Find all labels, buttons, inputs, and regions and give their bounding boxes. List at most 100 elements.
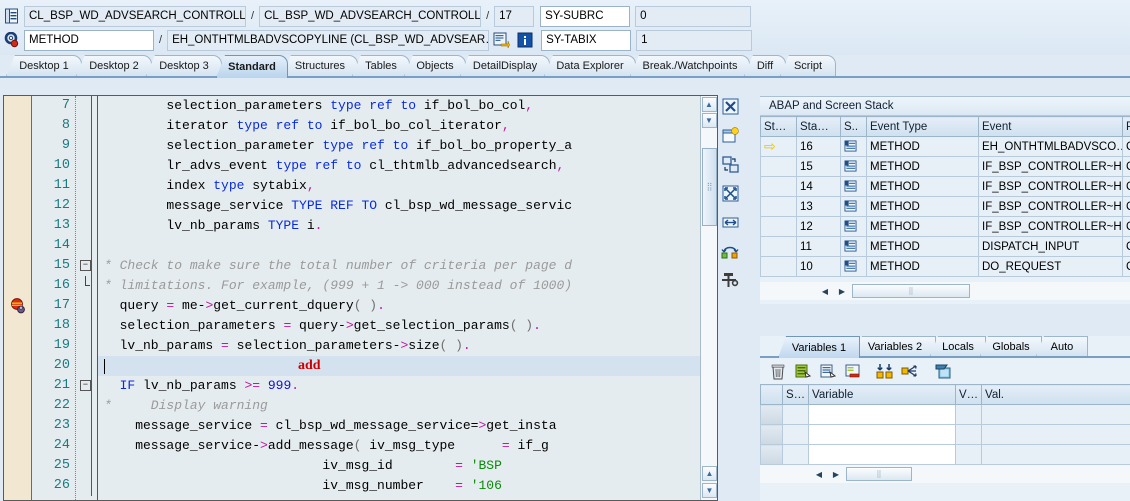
collapse-all-icon[interactable] bbox=[876, 362, 895, 381]
event-type-field[interactable]: METHOD bbox=[24, 29, 154, 51]
scrollbar-thumb[interactable]: ⣿ bbox=[702, 148, 717, 226]
expand-node-icon[interactable] bbox=[901, 362, 920, 381]
tab-desktop-2[interactable]: Desktop 2 bbox=[76, 55, 152, 76]
stack-table-row[interactable]: 10 METHODDO_REQUESTCL_B bbox=[760, 256, 1130, 277]
code-line[interactable]: message_service TYPE REF TO cl_bsp_wd_me… bbox=[98, 196, 717, 216]
code-line[interactable] bbox=[98, 236, 717, 256]
tab-diff[interactable]: Diff bbox=[744, 55, 786, 76]
code-line[interactable]: * Check to make sure the total number of… bbox=[98, 256, 717, 276]
detach-window-icon[interactable] bbox=[719, 153, 741, 175]
tab-desktop-1[interactable]: Desktop 1 bbox=[6, 55, 82, 76]
variables-rowselect-header[interactable] bbox=[760, 384, 783, 405]
code-line[interactable]: selection_parameters = query->get_select… bbox=[98, 316, 717, 336]
tab-data-explorer[interactable]: Data Explorer bbox=[544, 55, 636, 76]
variables-table-row[interactable] bbox=[760, 424, 1130, 445]
stack-table-row[interactable]: 11 METHODDISPATCH_INPUTCL_B bbox=[760, 236, 1130, 257]
program-name-field[interactable]: CL_BSP_WD_ADVSEARCH_CONTROLLE… bbox=[24, 5, 246, 27]
code-line[interactable]: lv_nb_params = selection_parameters->siz… bbox=[98, 336, 717, 356]
scroll-down-button[interactable]: ▼ bbox=[701, 113, 717, 128]
fullscreen-icon[interactable] bbox=[719, 182, 741, 204]
event-name-field[interactable]: EH_ONTHTMLBADVSCOPYLINE (CL_BSP_WD_ADVSE… bbox=[167, 29, 490, 51]
remove-row-icon[interactable] bbox=[843, 362, 862, 381]
code-line[interactable]: message_service = cl_bsp_wd_message_serv… bbox=[98, 416, 717, 436]
tab-objects[interactable]: Objects bbox=[404, 55, 466, 76]
variable-value-cell[interactable] bbox=[981, 424, 1130, 445]
code-line[interactable]: IF lv_nb_params >= 999. bbox=[98, 376, 717, 396]
clipboard-paste-icon[interactable] bbox=[934, 362, 953, 381]
code-line[interactable]: iterator type ref to if_bol_bo_col_itera… bbox=[98, 116, 717, 136]
stack-column-header[interactable]: S.. bbox=[840, 116, 867, 137]
code-line[interactable]: * limitations. For example, (999 + 1 -> … bbox=[98, 276, 717, 296]
copy-row-icon[interactable] bbox=[818, 362, 837, 381]
stack-column-header[interactable]: Prog bbox=[1122, 116, 1130, 137]
variable-name-input[interactable] bbox=[808, 424, 956, 445]
tab-desktop-3[interactable]: Desktop 3 bbox=[146, 55, 222, 76]
stack-table-row[interactable]: 13 METHODIF_BSP_CONTROLLER~H…CL_B bbox=[760, 196, 1130, 217]
variables-column-header[interactable]: V… bbox=[955, 384, 982, 405]
scroll-up-button[interactable]: ▲ bbox=[701, 97, 717, 112]
line-number-field[interactable]: 17 bbox=[494, 5, 535, 27]
resize-width-icon[interactable] bbox=[719, 211, 741, 233]
swap-layout-icon[interactable] bbox=[719, 240, 741, 262]
tab-break-watchpoints[interactable]: Break./Watchpoints bbox=[630, 55, 750, 76]
sy-tabix-value-field[interactable]: 1 bbox=[636, 29, 753, 51]
sy-tabix-label-field[interactable]: SY-TABIX bbox=[541, 29, 632, 51]
variables-scroll-right-button[interactable]: ▶ bbox=[829, 467, 843, 481]
code-line[interactable]: lv_nb_params TYPE i. bbox=[98, 216, 717, 236]
include-name-field[interactable]: CL_BSP_WD_ADVSEARCH_CONTROLLE… bbox=[259, 5, 482, 27]
variables-tab-variables-2[interactable]: Variables 2 bbox=[854, 336, 936, 356]
tab-standard[interactable]: Standard bbox=[216, 55, 288, 78]
stack-table-row[interactable]: 12 METHODIF_BSP_CONTROLLER~H…CL_B bbox=[760, 216, 1130, 237]
tab-tables[interactable]: Tables bbox=[352, 55, 410, 76]
code-folding-gutter[interactable]: − − bbox=[76, 96, 98, 500]
code-line[interactable]: lr_advs_event type ref to cl_thtmlb_adva… bbox=[98, 156, 717, 176]
goto-source-icon[interactable] bbox=[492, 31, 510, 49]
code-line[interactable]: query = me->get_current_dquery( ). bbox=[98, 296, 717, 316]
delete-icon[interactable] bbox=[768, 362, 787, 381]
stack-column-header[interactable]: St… bbox=[760, 116, 797, 137]
stack-scroll-left-button[interactable]: ◀ bbox=[818, 284, 832, 298]
variables-table[interactable]: S… Variable V… Val. bbox=[760, 384, 1130, 465]
information-icon[interactable] bbox=[516, 31, 534, 49]
stack-table-row[interactable]: 15 METHODIF_BSP_CONTROLLER~H…CL_B bbox=[760, 156, 1130, 177]
code-line[interactable] bbox=[98, 356, 717, 376]
code-line[interactable]: iv_msg_number = '106 bbox=[98, 476, 717, 496]
new-window-icon[interactable] bbox=[719, 124, 741, 146]
stack-horizontal-scrollbar[interactable]: ⣿ bbox=[852, 284, 970, 298]
tab-structures[interactable]: Structures bbox=[282, 55, 358, 76]
code-line[interactable]: index type sytabix, bbox=[98, 176, 717, 196]
code-text-area[interactable]: selection_parameters type ref to if_bol_… bbox=[98, 96, 717, 500]
variable-name-input[interactable] bbox=[808, 444, 956, 465]
tab-detaildisplay[interactable]: DetailDisplay bbox=[460, 55, 550, 76]
scroll-bottom-button[interactable]: ▼ bbox=[702, 483, 717, 498]
variable-name-input[interactable] bbox=[808, 404, 956, 425]
breakpoint-gutter[interactable] bbox=[4, 96, 32, 500]
source-code-editor[interactable]: 7 8 9 10 11 12 13 14 15 16 17 18 19 20 21 22 23 24 25 26 − −… bbox=[3, 95, 718, 501]
code-line[interactable]: message_service->add_message( iv_msg_typ… bbox=[98, 436, 717, 456]
stack-scroll-right-button[interactable]: ▶ bbox=[835, 284, 849, 298]
code-line[interactable]: selection_parameter type ref to if_bol_b… bbox=[98, 136, 717, 156]
variables-tab-locals[interactable]: Locals bbox=[930, 336, 986, 356]
variables-tab-globals[interactable]: Globals bbox=[980, 336, 1042, 356]
variable-value-cell[interactable] bbox=[981, 444, 1130, 465]
scroll-down-bottom-button[interactable]: ▲ bbox=[702, 466, 717, 481]
stack-column-header[interactable]: Event bbox=[978, 116, 1123, 137]
code-line[interactable]: iv_msg_id = 'BSP bbox=[98, 456, 717, 476]
sy-subrc-value-field[interactable]: 0 bbox=[635, 5, 752, 27]
stack-column-header[interactable]: Event Type bbox=[866, 116, 979, 137]
variables-tab-auto[interactable]: Auto bbox=[1036, 336, 1088, 356]
layout-tools-icon[interactable] bbox=[719, 269, 741, 291]
row-select-cell[interactable] bbox=[760, 404, 783, 425]
sy-subrc-label-field[interactable]: SY-SUBRC bbox=[540, 5, 631, 27]
tab-script[interactable]: Script bbox=[780, 55, 836, 76]
variable-value-cell[interactable] bbox=[981, 404, 1130, 425]
variables-column-header[interactable]: S… bbox=[782, 384, 809, 405]
variables-table-row[interactable] bbox=[760, 404, 1130, 425]
variables-horizontal-scrollbar[interactable]: ⣿ bbox=[846, 467, 912, 481]
stack-table-row[interactable]: ⇨ 16 METHODEH_ONTHTMLBADVSCO…CL_B bbox=[760, 136, 1130, 157]
close-window-icon[interactable] bbox=[719, 95, 741, 117]
row-select-cell[interactable] bbox=[760, 424, 783, 445]
variables-column-header[interactable]: Variable bbox=[808, 384, 956, 405]
stack-table[interactable]: St…Sta…S..Event TypeEventProg ⇨16METHODE… bbox=[760, 116, 1130, 277]
breakpoint-icon[interactable] bbox=[10, 298, 27, 315]
